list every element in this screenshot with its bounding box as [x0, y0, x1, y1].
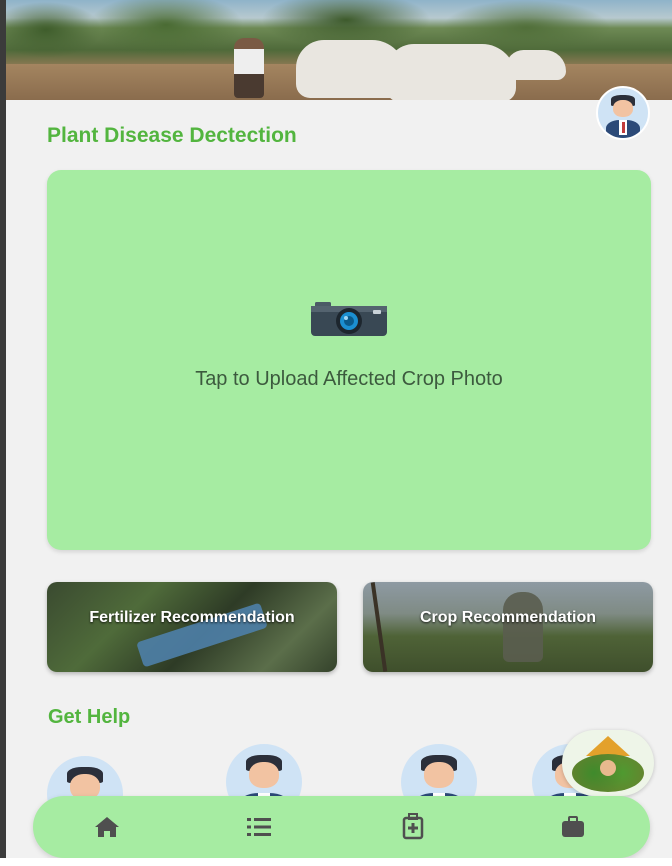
- upload-label: Tap to Upload Affected Crop Photo: [195, 368, 503, 390]
- window-edge: [0, 0, 6, 866]
- get-help-heading: Get Help: [48, 706, 131, 728]
- crop-recommendation-card[interactable]: Crop Recommendation: [363, 582, 653, 672]
- header-banner-photo: [6, 0, 672, 100]
- briefcase-icon[interactable]: [555, 809, 591, 845]
- page-title: Plant Disease Dectection: [47, 124, 297, 147]
- farmer-assistant-badge[interactable]: [562, 730, 654, 796]
- crop-recommendation-label: Crop Recommendation: [419, 609, 596, 626]
- fertilizer-recommendation-card[interactable]: Fertilizer Recommendation: [47, 582, 337, 672]
- header-ox: [386, 44, 516, 100]
- profile-avatar[interactable]: [596, 86, 650, 140]
- bottom-strip: [0, 858, 672, 866]
- bottom-navigation: [33, 796, 650, 858]
- header-farmer: [234, 38, 264, 98]
- list-icon[interactable]: [241, 809, 277, 845]
- medical-kit-icon[interactable]: [395, 809, 431, 845]
- fertilizer-recommendation-label: Fertilizer Recommendation: [89, 609, 295, 626]
- home-icon[interactable]: [89, 809, 125, 845]
- header-ox: [506, 50, 566, 80]
- upload-photo-card[interactable]: Tap to Upload Affected Crop Photo: [47, 170, 651, 550]
- camera-icon: [311, 302, 387, 336]
